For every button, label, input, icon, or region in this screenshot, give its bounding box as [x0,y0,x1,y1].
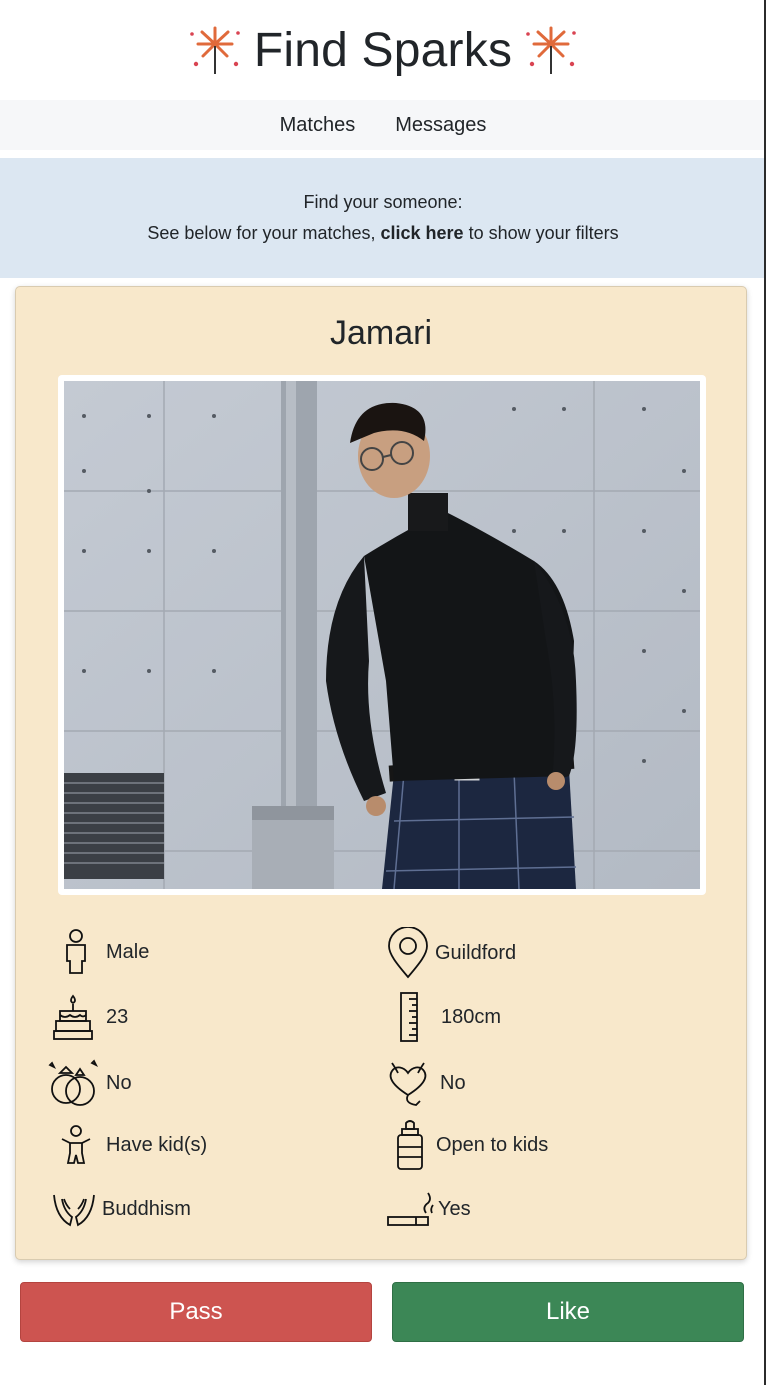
pass-button[interactable]: Pass [20,1282,372,1342]
devil-heart-icon [389,1062,427,1106]
gender-value: Male [106,940,150,963]
banner-text-prefix: See below for your matches, [147,223,381,243]
baby-bottle-icon [397,1120,423,1170]
like-button[interactable]: Like [392,1282,744,1342]
firework-icon [190,26,240,74]
detail-height: 180cm [391,991,501,1043]
religion-value: Buddhism [102,1197,191,1220]
kids-value: Have kid(s) [106,1133,208,1156]
detail-relationship: No [384,1055,466,1111]
detail-married: No [46,1055,132,1111]
detail-open-to-kids: Open to kids [390,1119,548,1171]
open-to-kids-value: Open to kids [436,1133,549,1156]
detail-location: Guildford [386,927,516,979]
detail-gender: Male [54,927,149,977]
child-icon [61,1125,91,1164]
detail-smoking: Yes [386,1189,471,1229]
profile-card: Jamari Male Guildford 23 180cm No No Hav… [15,286,747,1260]
person-icon [66,929,86,974]
wedding-rings-icon [48,1059,99,1106]
praying-hands-icon [53,1194,95,1227]
app-title: Find Sparks [186,23,580,78]
banner-heading: Find your someone: [303,192,463,212]
main-nav: Matches Messages [0,100,766,150]
app-header: Find Sparks [0,0,766,100]
smoking-value: Yes [438,1197,471,1220]
banner-text: See below for your matches, click here t… [147,223,618,244]
banner-text-suffix: to show your filters [463,223,619,243]
nav-messages[interactable]: Messages [395,114,486,137]
cigarette-icon [387,1192,434,1226]
detail-age: 23 [52,993,128,1041]
height-value: 180cm [441,1005,502,1028]
show-filters-link[interactable]: click here [381,223,464,243]
nav-matches[interactable]: Matches [280,114,356,137]
detail-religion: Buddhism [50,1187,191,1231]
profile-photo [64,381,700,889]
ruler-icon [400,992,418,1042]
app-title-text: Find Sparks [253,23,513,77]
married-value: No [106,1071,132,1094]
location-value: Guildford [435,941,517,964]
relationship-value: No [440,1071,466,1094]
age-value: 23 [106,1005,129,1028]
filter-banner: Find your someone: See below for your ma… [0,158,766,278]
birthday-cake-icon [53,994,93,1040]
detail-kids: Have kid(s) [54,1123,207,1167]
firework-icon [526,26,576,74]
spacer [0,150,766,158]
profile-photo-frame [58,375,706,895]
profile-name: Jamari [329,314,433,352]
map-pin-icon [388,927,428,979]
